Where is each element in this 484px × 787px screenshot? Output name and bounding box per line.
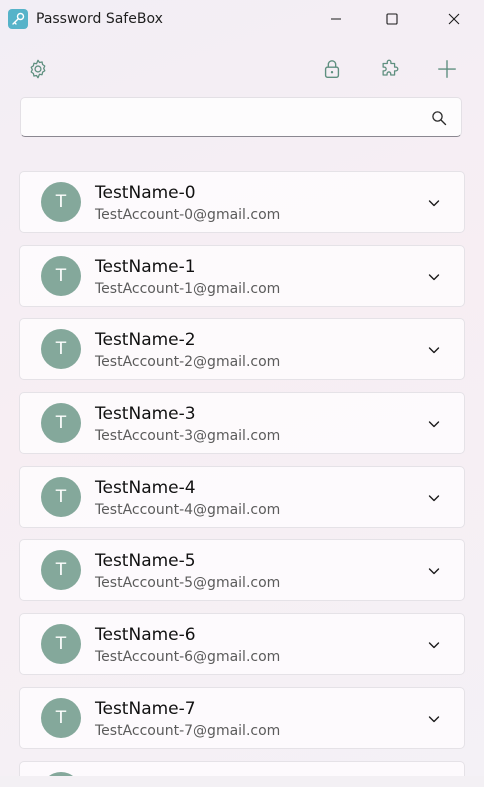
chevron-down-icon[interactable]: [426, 195, 442, 211]
account-name: TestName-7: [95, 698, 196, 719]
maximize-icon: [386, 13, 398, 25]
account-email: TestAccount-2@gmail.com: [95, 354, 281, 371]
window-title: Password SafeBox: [36, 11, 163, 27]
avatar: T: [41, 403, 81, 444]
list-item[interactable]: T TestName-0 TestAccount-0@gmail.com: [19, 171, 465, 233]
close-button[interactable]: [426, 0, 482, 38]
search-icon[interactable]: [431, 110, 447, 126]
lock-icon: [324, 60, 340, 78]
account-name: TestName-5: [95, 551, 196, 572]
avatar: T: [41, 182, 81, 222]
plugin-button[interactable]: [373, 52, 407, 86]
account-email: TestAccount-4@gmail.com: [95, 501, 281, 518]
avatar: T: [41, 550, 81, 591]
puzzle-icon: [382, 59, 399, 76]
list-bottom-edge: [0, 776, 484, 787]
avatar: T: [41, 329, 81, 370]
list-item[interactable]: T TestName-3 TestAccount-3@gmail.com: [19, 392, 465, 455]
plus-icon: [438, 60, 456, 78]
account-name: TestName-2: [95, 330, 196, 351]
chevron-down-icon[interactable]: [426, 490, 442, 506]
search-input[interactable]: [31, 98, 425, 138]
list-item[interactable]: T TestName-5 TestAccount-5@gmail.com: [19, 539, 465, 602]
title-bar: Password SafeBox: [0, 0, 484, 38]
account-name: TestName-3: [95, 404, 196, 425]
account-email: TestAccount-0@gmail.com: [95, 207, 281, 223]
account-email: TestAccount-6@gmail.com: [95, 649, 281, 666]
chevron-down-icon[interactable]: [426, 563, 442, 579]
settings-button[interactable]: [21, 52, 55, 86]
minimize-icon: [331, 18, 341, 20]
search-box: [20, 97, 462, 138]
chevron-down-icon[interactable]: [426, 269, 442, 285]
avatar: T: [41, 697, 81, 738]
avatar: T: [41, 624, 81, 665]
list-item[interactable]: T TestName-1 TestAccount-1@gmail.com: [19, 244, 465, 307]
account-email: TestAccount-5@gmail.com: [95, 575, 281, 592]
account-name: TestName-6: [95, 625, 196, 646]
account-name: TestName-4: [95, 477, 196, 498]
list-item[interactable]: T TestName-4 TestAccount-4@gmail.com: [19, 465, 465, 528]
account-email: TestAccount-1@gmail.com: [95, 280, 281, 297]
chevron-down-icon[interactable]: [426, 342, 442, 358]
app-key-icon: [8, 9, 28, 29]
maximize-button[interactable]: [364, 0, 420, 38]
chevron-down-icon[interactable]: [426, 711, 442, 727]
account-email: TestAccount-3@gmail.com: [95, 428, 281, 445]
list-item[interactable]: T TestName-2 TestAccount-2@gmail.com: [19, 318, 465, 381]
account-list: T TestName-0 TestAccount-0@gmail.com T T…: [19, 171, 465, 776]
account-name: TestName-0: [95, 183, 196, 203]
account-email: TestAccount-7@gmail.com: [95, 722, 281, 739]
avatar: T: [41, 476, 81, 517]
list-item[interactable]: T TestName-6 TestAccount-6@gmail.com: [19, 613, 465, 676]
add-button[interactable]: [430, 52, 464, 86]
lock-button[interactable]: [315, 52, 349, 86]
chevron-down-icon[interactable]: [426, 637, 442, 653]
avatar: T: [41, 255, 81, 296]
account-name: TestName-1: [95, 256, 196, 277]
list-item[interactable]: [19, 760, 465, 776]
list-item[interactable]: T TestName-7 TestAccount-7@gmail.com: [19, 686, 465, 749]
close-icon: [448, 13, 460, 25]
gear-icon: [30, 59, 46, 79]
minimize-button[interactable]: [308, 0, 364, 38]
chevron-down-icon[interactable]: [426, 416, 442, 432]
